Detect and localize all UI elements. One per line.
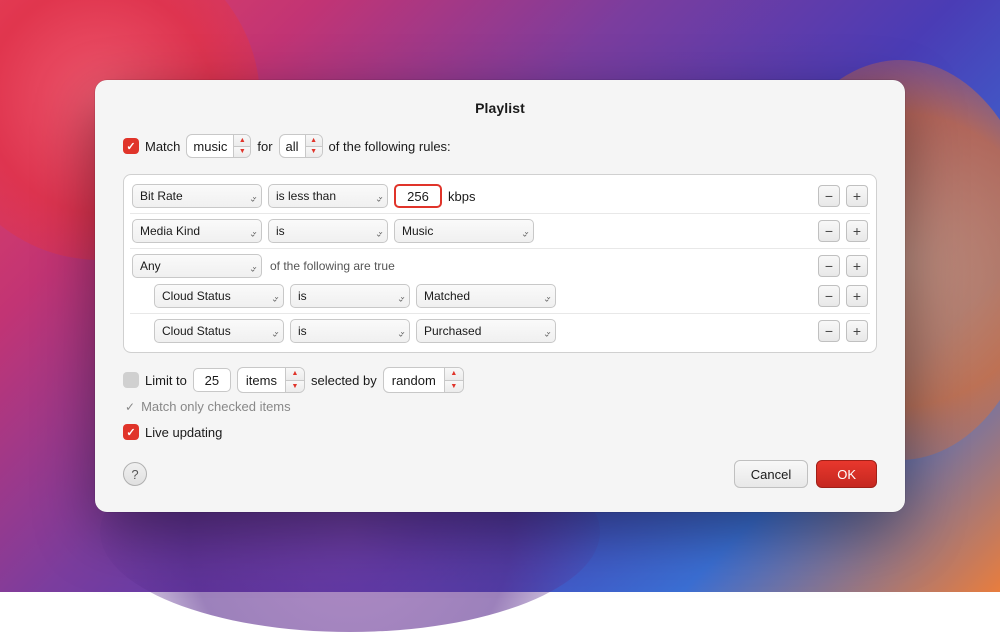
- music-down-arrow[interactable]: ▼: [234, 147, 250, 158]
- checked-items-row: ✓ Match only checked items: [123, 399, 877, 414]
- nested-field-wrapper-1: Cloud Status ⌄: [154, 284, 284, 308]
- nested-value-select-1[interactable]: Matched: [416, 284, 556, 308]
- nested-condition-wrapper-1: is ⌄: [290, 284, 410, 308]
- value-select-wrapper-2: Music ⌄: [394, 219, 534, 243]
- bottom-row: ? Cancel OK: [123, 460, 877, 488]
- add-nested-rule-1[interactable]: +: [846, 285, 868, 307]
- field-select-wrapper-2: Media Kind ⌄: [132, 219, 262, 243]
- add-rule-3[interactable]: +: [846, 255, 868, 277]
- checked-items-label: Match only checked items: [141, 399, 291, 414]
- live-updating-checkbox[interactable]: [123, 424, 139, 440]
- nested-condition-wrapper-2: is ⌄: [290, 319, 410, 343]
- rule-row-1: Bit Rate ⌄ is less than ⌄ kbps − +: [130, 181, 870, 211]
- music-arrows[interactable]: ▲ ▼: [234, 135, 250, 157]
- divider-2: [130, 248, 870, 249]
- condition-select-wrapper-2: is ⌄: [268, 219, 388, 243]
- music-up-arrow[interactable]: ▲: [234, 135, 250, 147]
- live-updating-row: Live updating: [123, 424, 877, 440]
- nested-condition-select-2[interactable]: is: [290, 319, 410, 343]
- playlist-dialog: Playlist Match music ▲ ▼ for all ▲ ▼: [95, 80, 905, 512]
- random-arrows[interactable]: ▲ ▼: [445, 368, 463, 392]
- all-arrows[interactable]: ▲ ▼: [306, 135, 322, 157]
- match-label: Match: [145, 139, 180, 154]
- limit-checkbox[interactable]: [123, 372, 139, 388]
- nested-field-select-1[interactable]: Cloud Status: [154, 284, 284, 308]
- divider-1: [130, 213, 870, 214]
- limit-to-label: Limit to: [145, 373, 187, 388]
- all-select[interactable]: all ▲ ▼: [279, 134, 323, 158]
- field-select-3[interactable]: Any: [132, 254, 262, 278]
- items-arrows[interactable]: ▲ ▼: [286, 368, 304, 392]
- checked-items-checkmark: ✓: [125, 400, 135, 414]
- all-value: all: [280, 135, 306, 157]
- items-select[interactable]: items ▲ ▼: [237, 367, 305, 393]
- nested-condition-select-1[interactable]: is: [290, 284, 410, 308]
- nested-value-select-2[interactable]: Purchased: [416, 319, 556, 343]
- divider-nested: [130, 313, 870, 314]
- live-updating-label: Live updating: [145, 425, 222, 440]
- unit-label-1: kbps: [448, 189, 475, 204]
- nested-rule-row-1: Cloud Status ⌄ is ⌄ Matched ⌄: [130, 281, 870, 311]
- help-button[interactable]: ?: [123, 462, 147, 486]
- random-up-arrow[interactable]: ▲: [445, 368, 463, 381]
- all-up-arrow[interactable]: ▲: [306, 135, 322, 147]
- nested-field-select-2[interactable]: Cloud Status: [154, 319, 284, 343]
- field-select-1[interactable]: Bit Rate: [132, 184, 262, 208]
- random-value: random: [384, 368, 445, 392]
- value-select-2[interactable]: Music: [394, 219, 534, 243]
- remove-rule-2[interactable]: −: [818, 220, 840, 242]
- dialog-title: Playlist: [123, 100, 877, 116]
- condition-select-1[interactable]: is less than: [268, 184, 388, 208]
- random-down-arrow[interactable]: ▼: [445, 381, 463, 393]
- all-down-arrow[interactable]: ▼: [306, 147, 322, 158]
- condition-select-2[interactable]: is: [268, 219, 388, 243]
- remove-nested-rule-1[interactable]: −: [818, 285, 840, 307]
- items-down-arrow[interactable]: ▼: [286, 381, 304, 393]
- ok-button[interactable]: OK: [816, 460, 877, 488]
- nested-field-wrapper-2: Cloud Status ⌄: [154, 319, 284, 343]
- nested-rule-row-2: Cloud Status ⌄ is ⌄ Purchased ⌄: [130, 316, 870, 346]
- match-checkbox[interactable]: [123, 138, 139, 154]
- music-select[interactable]: music ▲ ▼: [186, 134, 251, 158]
- any-row-label: of the following are true: [270, 259, 395, 273]
- add-rule-2[interactable]: +: [846, 220, 868, 242]
- add-rule-1[interactable]: +: [846, 185, 868, 207]
- cancel-button[interactable]: Cancel: [734, 460, 808, 488]
- nested-value-wrapper-1: Matched ⌄: [416, 284, 556, 308]
- value-input-1[interactable]: [394, 184, 442, 208]
- rule-row-2: Media Kind ⌄ is ⌄ Music ⌄ −: [130, 216, 870, 246]
- random-select[interactable]: random ▲ ▼: [383, 367, 464, 393]
- items-up-arrow[interactable]: ▲: [286, 368, 304, 381]
- condition-select-wrapper-1: is less than ⌄: [268, 184, 388, 208]
- rule-row-3: Any ⌄ of the following are true − +: [130, 251, 870, 281]
- rules-section: Bit Rate ⌄ is less than ⌄ kbps − +: [123, 174, 877, 353]
- selected-by-label: selected by: [311, 373, 377, 388]
- nested-value-wrapper-2: Purchased ⌄: [416, 319, 556, 343]
- field-select-2[interactable]: Media Kind: [132, 219, 262, 243]
- items-value: items: [238, 368, 286, 392]
- remove-nested-rule-2[interactable]: −: [818, 320, 840, 342]
- limit-row: Limit to items ▲ ▼ selected by random ▲ …: [123, 367, 877, 393]
- dialog-overlay: Playlist Match music ▲ ▼ for all ▲ ▼: [0, 0, 1000, 592]
- music-value: music: [187, 135, 234, 157]
- match-row: Match music ▲ ▼ for all ▲ ▼ of the follo…: [123, 134, 877, 158]
- limit-input[interactable]: [193, 368, 231, 392]
- of-following-label: of the following rules:: [329, 139, 451, 154]
- remove-rule-3[interactable]: −: [818, 255, 840, 277]
- for-label: for: [257, 139, 272, 154]
- field-select-wrapper-3: Any ⌄: [132, 254, 262, 278]
- remove-rule-1[interactable]: −: [818, 185, 840, 207]
- field-select-wrapper-1: Bit Rate ⌄: [132, 184, 262, 208]
- add-nested-rule-2[interactable]: +: [846, 320, 868, 342]
- dialog-actions: Cancel OK: [734, 460, 877, 488]
